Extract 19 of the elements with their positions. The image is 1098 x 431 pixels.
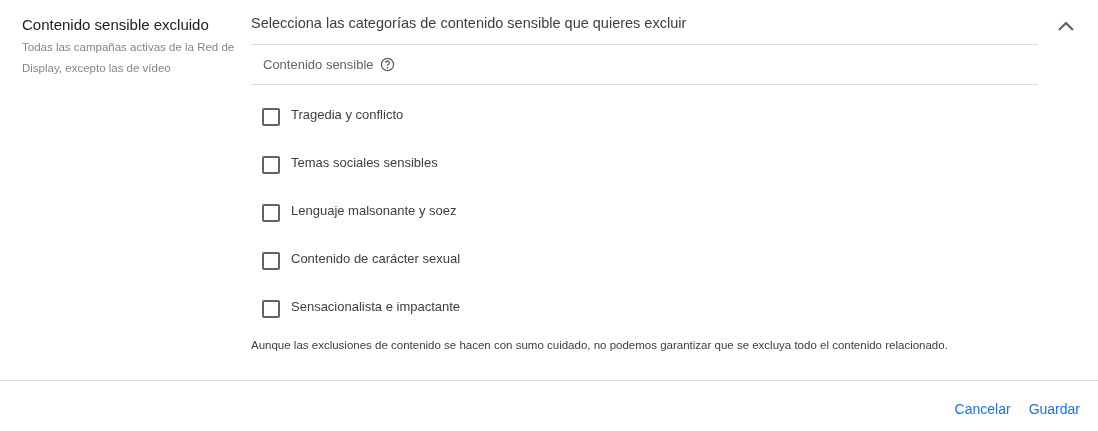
panel-heading: Selecciona las categorías de contenido sensible que quieres excluir bbox=[251, 15, 687, 31]
checkbox[interactable] bbox=[262, 252, 280, 270]
checkbox[interactable] bbox=[262, 300, 280, 318]
checkbox-label: Sensacionalista e impactante bbox=[291, 298, 461, 314]
collapse-icon[interactable] bbox=[1056, 19, 1076, 33]
save-button[interactable]: Guardar bbox=[1022, 397, 1086, 421]
section-title: Contenido sensible excluido bbox=[22, 16, 210, 33]
checkbox[interactable] bbox=[262, 108, 280, 126]
checkbox[interactable] bbox=[262, 156, 280, 174]
checkbox-label: Temas sociales sensibles bbox=[291, 154, 438, 170]
checkbox[interactable] bbox=[262, 204, 280, 222]
column-header: Contenido sensible bbox=[263, 57, 374, 72]
checkbox-label: Contenido de carácter sexual bbox=[291, 250, 461, 266]
section-description: Todas las campañas activas de la Red de Display, excepto las de vídeo bbox=[22, 40, 236, 76]
cancel-button[interactable]: Cancelar bbox=[948, 397, 1017, 421]
checkbox-label: Tragedia y conflicto bbox=[291, 106, 404, 122]
disclaimer-text: Aunque las exclusiones de contenido se hacen con sumo cuidado, no podemos garantizar que se excluya todo el contenido relacionado. bbox=[251, 339, 949, 351]
checkbox-label: Lenguaje malsonante y soez bbox=[291, 202, 457, 218]
help-icon[interactable] bbox=[379, 57, 395, 72]
